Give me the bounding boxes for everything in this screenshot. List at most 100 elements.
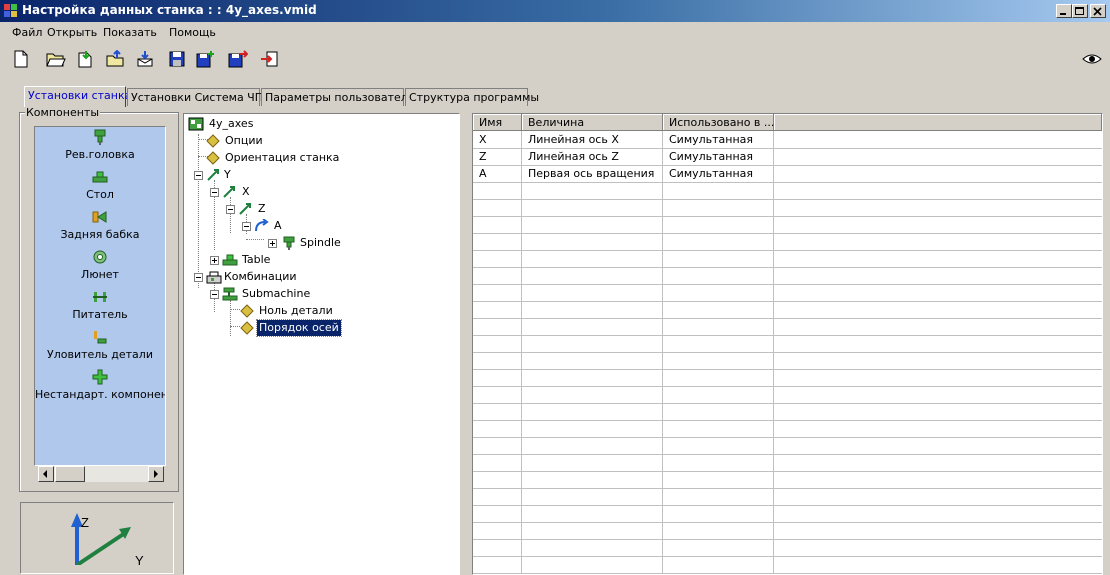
collapse-icon[interactable] [194, 273, 203, 282]
save-add-button[interactable] [194, 48, 216, 70]
tab-machine-settings[interactable]: Установки станка [24, 86, 131, 107]
component-table[interactable]: Стол [35, 169, 165, 201]
menu-help[interactable]: Помощь [169, 26, 216, 39]
tree-label: Ноль детали [259, 304, 333, 317]
cell-value[interactable]: Линейная ось X [522, 132, 663, 149]
collapse-icon[interactable] [210, 188, 219, 197]
import-icon [78, 51, 92, 68]
cell-used-in[interactable]: Симультанная [663, 132, 774, 149]
grid-line [473, 573, 1102, 574]
component-part-catcher[interactable]: Уловитель детали [35, 329, 165, 361]
grid-line [473, 556, 1102, 557]
collapse-icon[interactable] [226, 205, 235, 214]
tree-node-x[interactable]: X [204, 184, 404, 200]
axis-order-grid[interactable]: Имя Величина Использовано в ... X Линейн… [472, 113, 1103, 575]
cell-value[interactable]: Первая ось вращения [522, 166, 663, 183]
component-tailstock[interactable]: Задняя бабка [35, 209, 165, 241]
machine-tree[interactable]: 4y_axes Опции Ориентация станка Y X Z A … [183, 113, 460, 575]
expand-icon[interactable] [268, 239, 277, 248]
new-file-button[interactable] [10, 48, 32, 70]
cell-name[interactable]: X [473, 132, 522, 149]
tree-label: Table [242, 253, 271, 266]
cell-value[interactable]: Линейная ось Z [522, 149, 663, 166]
scroll-left-button[interactable] [38, 466, 54, 482]
menu-bar: Файл Открыть Показать Помощь [0, 24, 1110, 42]
grid-line [473, 420, 1102, 421]
column-header-name[interactable]: Имя [473, 114, 522, 131]
title-bar[interactable]: Настройка данных станка : : 4y_axes.vmid [0, 0, 1110, 22]
component-custom[interactable]: Нестандарт. компонент [35, 369, 165, 401]
tree-node-submachine[interactable]: Submachine [204, 286, 404, 302]
save-button[interactable] [166, 48, 188, 70]
import-button[interactable] [74, 48, 96, 70]
component-steady-rest[interactable]: Люнет [35, 249, 165, 281]
tab-cnc-settings[interactable]: Установки Система ЧПУ [127, 88, 270, 106]
open-folder-icon [46, 53, 66, 67]
export-button[interactable] [134, 48, 156, 70]
tree-node-table[interactable]: Table [204, 252, 404, 268]
table-icon [222, 254, 238, 266]
cell-used-in[interactable]: Симультанная [663, 166, 774, 183]
components-hscrollbar[interactable] [38, 466, 164, 482]
view-toggle-button[interactable] [1080, 50, 1102, 72]
collapse-icon[interactable] [210, 290, 219, 299]
custom-component-icon [92, 369, 108, 385]
expand-icon[interactable] [210, 256, 219, 265]
window-title: Настройка данных станка : : 4y_axes.vmid [22, 3, 317, 17]
panel-splitter[interactable] [460, 113, 468, 573]
new-file-icon [14, 50, 28, 68]
close-button[interactable] [1090, 4, 1106, 18]
maximize-button[interactable] [1072, 4, 1088, 18]
component-label: Люнет [81, 268, 119, 281]
column-header-used-in[interactable]: Использовано в ... [663, 114, 774, 131]
tab-program-structure[interactable]: Структура программы [405, 88, 539, 106]
tree-node-z[interactable]: Z [220, 201, 420, 217]
grid-line [473, 539, 1102, 540]
tree-node-a[interactable]: A [236, 218, 436, 234]
table-icon [92, 171, 108, 183]
tree-node-axis-order[interactable]: Порядок осей [240, 319, 440, 337]
grid-line [473, 454, 1102, 455]
open-upload-icon [106, 50, 124, 67]
collapse-icon[interactable] [242, 222, 251, 231]
component-turret[interactable]: Рев.головка [35, 129, 165, 161]
component-label: Стол [86, 188, 114, 201]
exit-icon [261, 51, 278, 67]
component-feeder[interactable]: Питатель [35, 289, 165, 321]
tree-node-options[interactable]: Опции [206, 133, 406, 149]
grid-line [473, 216, 1102, 217]
tailstock-icon [92, 211, 107, 223]
minimize-button[interactable] [1056, 4, 1072, 18]
arrow-left-icon [43, 470, 47, 478]
exit-button[interactable] [258, 48, 280, 70]
open-upload-button[interactable] [104, 48, 126, 70]
cell-name[interactable]: Z [473, 149, 522, 166]
tree-node-orientation[interactable]: Ориентация станка [206, 150, 406, 166]
grid-line [473, 301, 1102, 302]
open-button[interactable] [44, 48, 66, 70]
scroll-thumb[interactable] [55, 466, 85, 482]
tree-node-combinations[interactable]: Комбинации [188, 269, 388, 285]
menu-show[interactable]: Показать [103, 26, 157, 39]
close-icon [1093, 7, 1102, 16]
tree-node-y[interactable]: Y [188, 167, 388, 183]
turret-icon [94, 129, 106, 145]
save-as-button[interactable] [226, 48, 248, 70]
column-header-value[interactable]: Величина [522, 114, 663, 131]
linear-axis-icon [207, 169, 219, 181]
menu-open[interactable]: Открыть [47, 26, 97, 39]
grid-line [473, 369, 1102, 370]
cell-name[interactable]: A [473, 166, 522, 183]
tree-node-root[interactable]: 4y_axes [188, 116, 438, 132]
tree-node-part-zero[interactable]: Ноль детали [240, 303, 440, 319]
scroll-right-button[interactable] [148, 466, 164, 482]
grid-line [473, 318, 1102, 319]
collapse-icon[interactable] [194, 171, 203, 180]
cell-used-in[interactable]: Симультанная [663, 149, 774, 166]
axis-y-label: Y [135, 553, 144, 565]
menu-file[interactable]: Файл [12, 26, 42, 39]
tree-node-spindle[interactable]: Spindle [264, 235, 414, 251]
grid-line [473, 386, 1102, 387]
grid-line [473, 488, 1102, 489]
tab-user-parameters[interactable]: Параметры пользователя [261, 88, 414, 106]
